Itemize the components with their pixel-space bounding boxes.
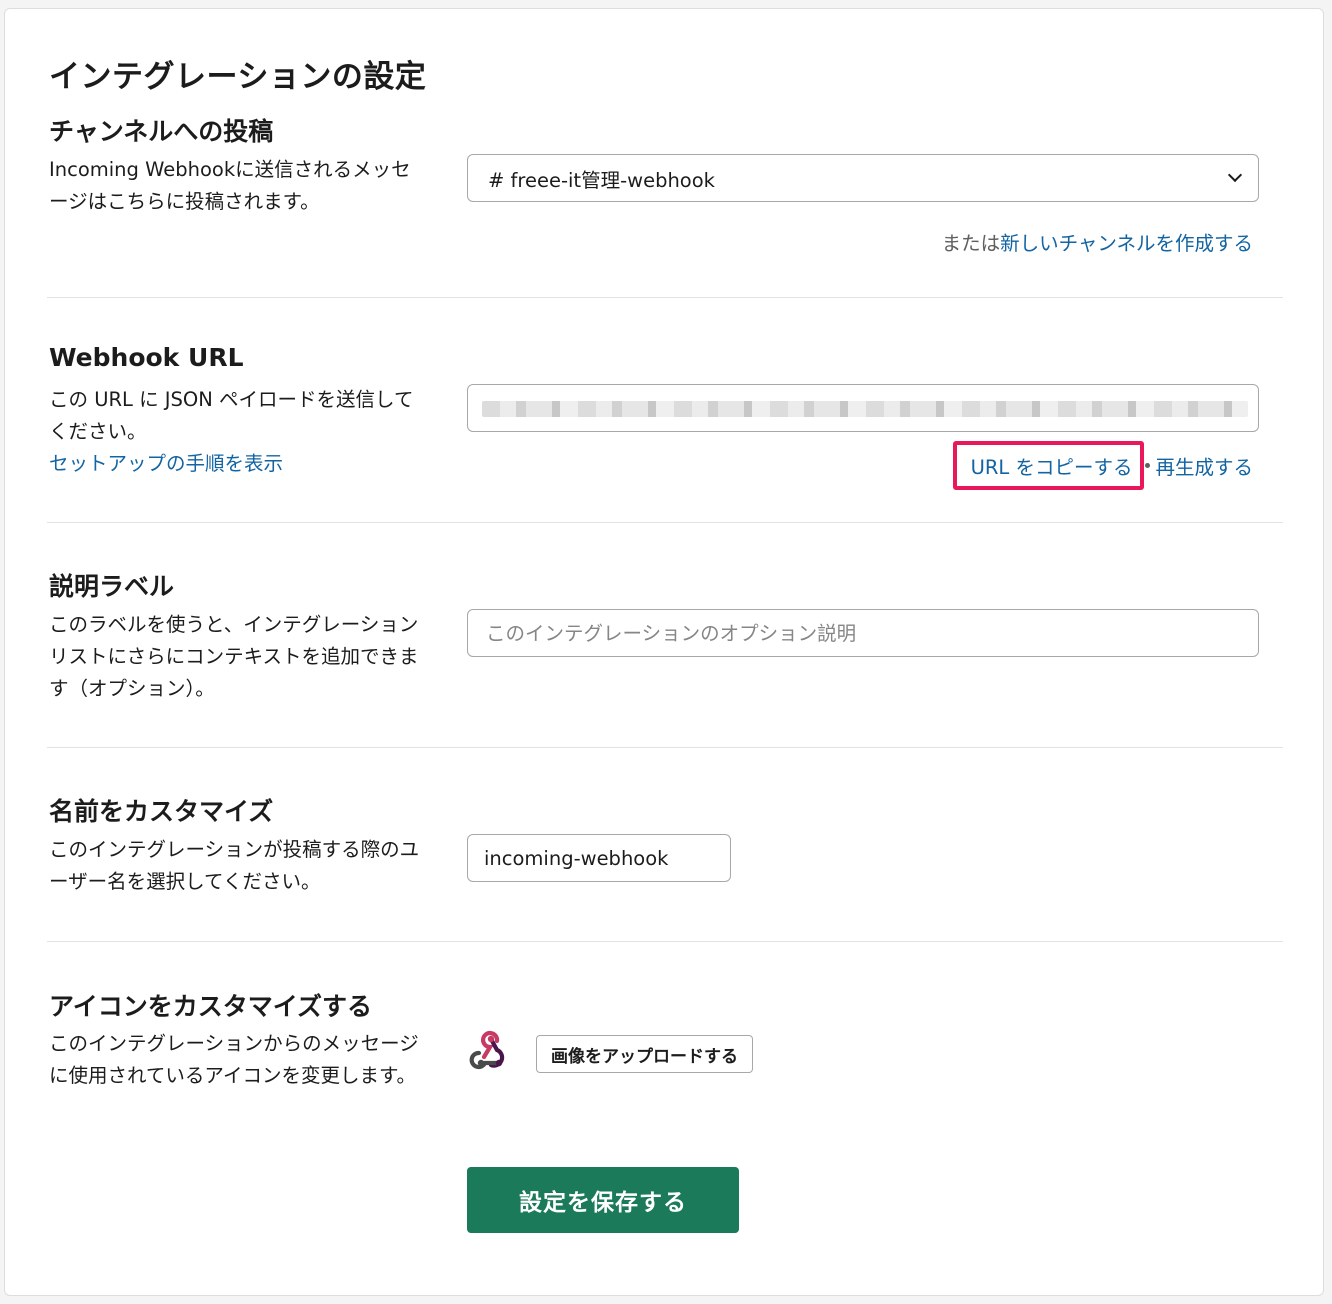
create-channel-link[interactable]: 新しいチャンネルを作成する bbox=[1000, 232, 1253, 255]
section-divider bbox=[47, 297, 1283, 298]
section-divider bbox=[47, 941, 1283, 942]
section-divider bbox=[47, 747, 1283, 748]
channel-select-value: # freee-it管理-webhook bbox=[488, 168, 715, 192]
channel-select[interactable]: # freee-it管理-webhook bbox=[467, 154, 1259, 202]
username-input[interactable] bbox=[467, 834, 731, 882]
icon-description: このインテグレーションからのメッセージに使用されているアイコンを変更します。 bbox=[49, 1032, 419, 1087]
url-actions: URL をコピーする 再生成する bbox=[952, 441, 1253, 490]
webhook-url-field[interactable] bbox=[467, 384, 1259, 432]
name-section-title: 名前をカスタマイズ bbox=[49, 797, 274, 826]
setup-instructions-link[interactable]: セットアップの手順を表示 bbox=[49, 452, 283, 475]
webhook-description: この URL に JSON ペイロードを送信してください。 セットアップの手順を… bbox=[49, 384, 429, 480]
chevron-down-icon bbox=[1227, 167, 1243, 183]
regenerate-link[interactable]: 再生成する bbox=[1155, 451, 1253, 480]
channel-section-title: チャンネルへの投稿 bbox=[49, 117, 274, 146]
upload-image-button[interactable]: 画像をアップロードする bbox=[536, 1035, 753, 1073]
icon-section-title: アイコンをカスタマイズする bbox=[49, 992, 373, 1021]
webhook-section-title: Webhook URL bbox=[49, 343, 244, 372]
save-settings-button[interactable]: 設定を保存する bbox=[467, 1167, 739, 1233]
label-description: このラベルを使うと、インテグレーションリストにさらにコンテキストを追加できます（… bbox=[49, 613, 419, 700]
page-title: インテグレーションの設定 bbox=[49, 59, 427, 95]
channel-description: Incoming Webhookに送信されるメッセージはこちらに投稿されます。 bbox=[49, 158, 411, 213]
webhook-description-text: この URL に JSON ペイロードを送信してください。 bbox=[49, 388, 414, 443]
settings-card: インテグレーションの設定 チャンネルへの投稿 Incoming Webhookに… bbox=[4, 8, 1324, 1296]
create-channel-line: または新しいチャンネルを作成する bbox=[942, 227, 1253, 256]
or-text: または bbox=[941, 232, 1001, 255]
description-label-input[interactable] bbox=[467, 609, 1259, 657]
separator-dot bbox=[1145, 463, 1151, 468]
webhook-icon bbox=[469, 1030, 505, 1070]
section-divider bbox=[47, 522, 1283, 523]
copy-url-link[interactable]: URL をコピーする bbox=[952, 441, 1145, 490]
label-section-title: 説明ラベル bbox=[49, 572, 175, 601]
name-description: このインテグレーションが投稿する際のユーザー名を選択してください。 bbox=[49, 838, 420, 893]
redacted-url bbox=[482, 401, 1248, 417]
